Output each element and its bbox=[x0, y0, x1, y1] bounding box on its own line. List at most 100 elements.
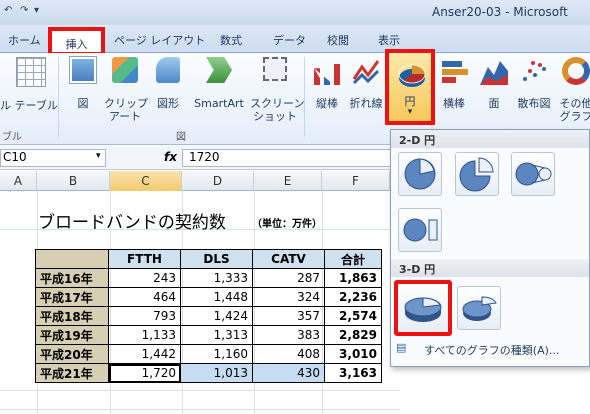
picture-label: 図 bbox=[77, 97, 89, 110]
row-label[interactable]: 平成16年 bbox=[35, 268, 109, 288]
table-cell[interactable]: 464 bbox=[108, 287, 181, 307]
smartart-label: SmartArt bbox=[194, 97, 244, 110]
table-button[interactable]: ル テーブル bbox=[0, 57, 58, 112]
table-cell[interactable]: 1,160 bbox=[180, 344, 253, 364]
exploded-pie-3d-button[interactable] bbox=[457, 286, 501, 330]
table-cell[interactable]: 324 bbox=[252, 287, 325, 307]
sheet-unit: （単位：万件） bbox=[252, 219, 322, 230]
bar-of-pie-button[interactable] bbox=[398, 208, 442, 252]
screenshot-button[interactable]: スクリーン ショット bbox=[250, 57, 305, 123]
all-chart-types-link[interactable]: すべてのグラフの種類(A)... bbox=[424, 342, 559, 358]
column-chart-icon bbox=[314, 57, 340, 85]
area-chart-button[interactable]: 面 bbox=[478, 57, 510, 110]
shapes-label: 図形 bbox=[157, 97, 179, 110]
table-header-cell[interactable]: 合計 bbox=[324, 249, 382, 269]
pie-3d-button[interactable] bbox=[394, 280, 452, 336]
quick-access-dropdown-icon[interactable]: ▾ bbox=[34, 5, 39, 16]
pie-3d-icon bbox=[404, 297, 442, 322]
tab-home[interactable]: ホーム bbox=[8, 32, 41, 48]
table-row: 平成18年 793 1,424 357 2,574 bbox=[35, 306, 382, 326]
line-chart-label: 折れ線 bbox=[349, 97, 383, 110]
column-header-f[interactable]: F bbox=[322, 171, 390, 191]
column-header-b[interactable]: B bbox=[37, 171, 110, 191]
table-cell[interactable]: 357 bbox=[252, 306, 325, 326]
tab-insert[interactable]: 挿入 bbox=[48, 27, 105, 56]
pie-chart-icon bbox=[397, 61, 427, 92]
bar-chart-icon bbox=[440, 57, 468, 85]
scatter-chart-icon bbox=[520, 57, 548, 85]
table-cell[interactable]: 287 bbox=[252, 268, 325, 288]
formula-input[interactable]: 1720 bbox=[182, 149, 392, 167]
column-header-d[interactable]: D bbox=[182, 171, 254, 191]
excel-window: ↶ ↷ ▾ Anser20-03 - Microsoft ホーム ページ レイア… bbox=[0, 0, 590, 414]
tab-page-layout[interactable]: ページ レイアウト bbox=[114, 32, 205, 48]
table-cell[interactable]: 430 bbox=[252, 363, 325, 383]
active-cell[interactable]: 1,720 bbox=[108, 363, 181, 383]
quick-access-undo-icon[interactable]: ↶ bbox=[4, 5, 12, 16]
section-3d-pie-header: 3-D 円 bbox=[391, 259, 589, 277]
pie-2d-button[interactable] bbox=[398, 152, 442, 196]
table-cell[interactable]: 1,442 bbox=[108, 344, 181, 364]
table-cell[interactable]: 243 bbox=[108, 268, 181, 288]
table-cell[interactable]: 2,829 bbox=[324, 325, 382, 345]
table-cell[interactable]: 383 bbox=[252, 325, 325, 345]
table-header-cell[interactable] bbox=[35, 249, 109, 269]
table-cell[interactable]: 2,574 bbox=[324, 306, 382, 326]
column-chart-label: 縦棒 bbox=[316, 97, 338, 110]
column-header-a[interactable]: A bbox=[0, 171, 37, 191]
column-chart-button[interactable]: 縦棒 bbox=[308, 57, 346, 110]
tab-data[interactable]: データ bbox=[273, 32, 306, 48]
screenshot-label: スクリーン ショット bbox=[250, 97, 305, 123]
pie-of-pie-button[interactable] bbox=[511, 152, 555, 196]
tab-review[interactable]: 校閲 bbox=[327, 32, 349, 48]
bar-chart-button[interactable]: 横棒 bbox=[436, 57, 472, 110]
table-cell[interactable]: 793 bbox=[108, 306, 181, 326]
table-cell[interactable]: 1,013 bbox=[180, 363, 253, 383]
shapes-button[interactable]: 図形 bbox=[150, 57, 186, 110]
scatter-chart-label: 散布図 bbox=[517, 97, 551, 110]
table-header-cell[interactable]: FTTH bbox=[108, 249, 181, 269]
fx-icon[interactable]: fx bbox=[164, 150, 177, 164]
table-cell[interactable]: 1,424 bbox=[180, 306, 253, 326]
name-box[interactable]: C10 bbox=[0, 149, 106, 167]
exploded-pie-2d-button[interactable] bbox=[455, 152, 499, 196]
column-header-c[interactable]: C bbox=[110, 171, 182, 191]
picture-button[interactable]: 図 bbox=[66, 57, 100, 110]
tab-formulas[interactable]: 数式 bbox=[220, 32, 242, 48]
table-cell[interactable]: 1,448 bbox=[180, 287, 253, 307]
row-label[interactable]: 平成21年 bbox=[35, 363, 109, 383]
illustrations-group-label: 図 bbox=[176, 132, 186, 143]
other-charts-button[interactable]: その他 グラフ bbox=[558, 57, 590, 123]
smartart-button[interactable]: SmartArt bbox=[188, 57, 250, 110]
line-chart-button[interactable]: 折れ線 bbox=[346, 57, 386, 110]
row-label[interactable]: 平成20年 bbox=[35, 344, 109, 364]
section-2d-pie-header: 2-D 円 bbox=[391, 130, 589, 148]
tab-view[interactable]: 表示 bbox=[378, 32, 400, 48]
scatter-chart-button[interactable]: 散布図 bbox=[514, 57, 554, 110]
row-label[interactable]: 平成19年 bbox=[35, 325, 109, 345]
clipart-button[interactable]: クリップ アート bbox=[104, 57, 148, 123]
table-header-cell[interactable]: CATV bbox=[252, 249, 325, 269]
column-header-e[interactable]: E bbox=[254, 171, 322, 191]
quick-access-redo-icon[interactable]: ↷ bbox=[20, 5, 28, 16]
table-label: ル テーブル bbox=[0, 99, 58, 112]
row-label[interactable]: 平成17年 bbox=[35, 287, 109, 307]
table-cell[interactable]: 2,236 bbox=[324, 287, 382, 307]
table-header-cell[interactable]: DLS bbox=[180, 249, 253, 269]
table-cell[interactable]: 1,133 bbox=[108, 325, 181, 345]
other-charts-label: その他 グラフ bbox=[559, 97, 590, 123]
name-box-dropdown-icon[interactable]: ▾ bbox=[96, 151, 101, 161]
pie-chart-button[interactable]: 円 ▾ bbox=[385, 49, 435, 125]
table-cell[interactable]: 408 bbox=[252, 344, 325, 364]
clipart-icon bbox=[112, 57, 138, 83]
table-row: 平成16年 243 1,333 287 1,863 bbox=[35, 268, 382, 288]
line-chart-icon bbox=[352, 57, 380, 85]
table-cell[interactable]: 1,333 bbox=[180, 268, 253, 288]
row-label[interactable]: 平成18年 bbox=[35, 306, 109, 326]
screenshot-icon bbox=[263, 57, 287, 81]
pie-dropdown-arrow-icon: ▾ bbox=[407, 107, 413, 117]
table-cell[interactable]: 1,313 bbox=[180, 325, 253, 345]
table-cell[interactable]: 3,010 bbox=[324, 344, 382, 364]
table-cell[interactable]: 3,163 bbox=[324, 363, 382, 383]
table-cell[interactable]: 1,863 bbox=[324, 268, 382, 288]
